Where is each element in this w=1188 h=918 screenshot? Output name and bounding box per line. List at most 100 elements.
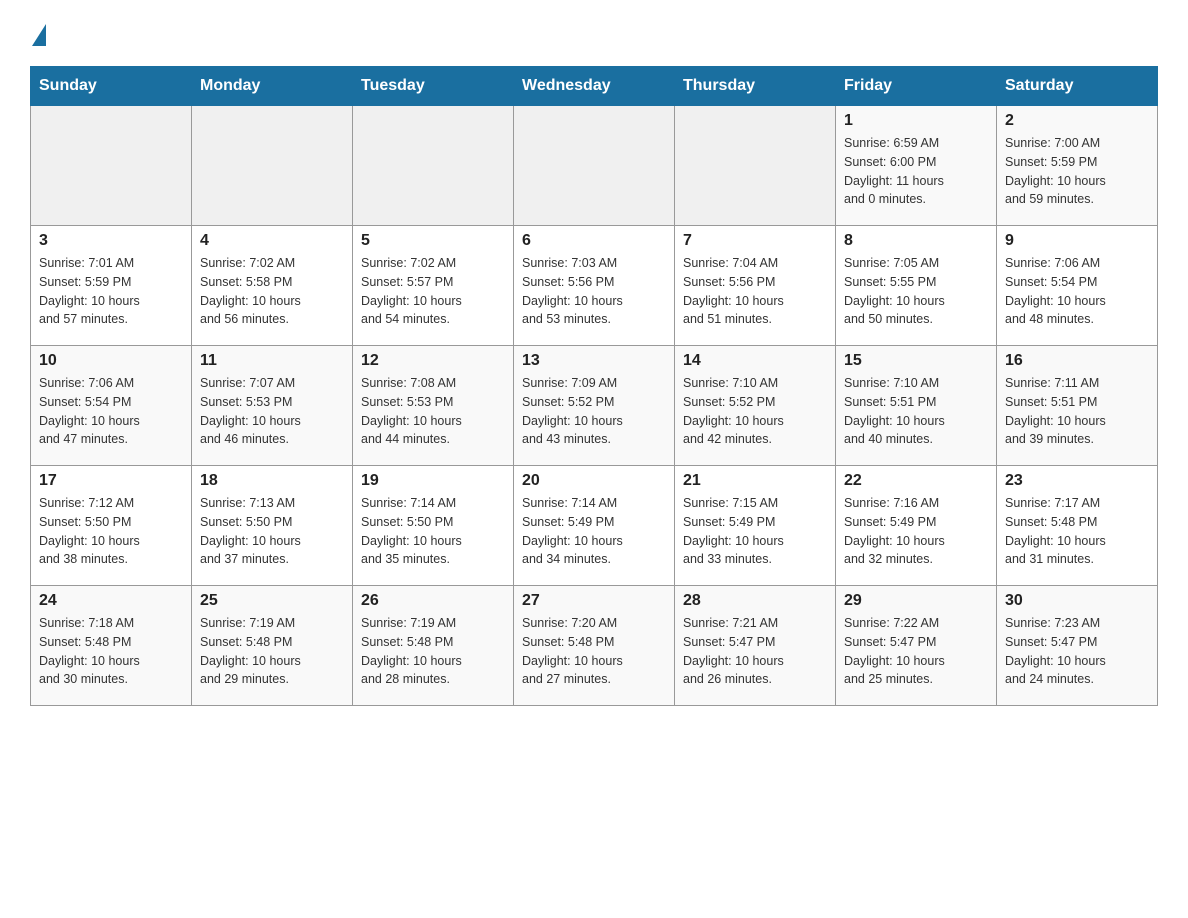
day-number: 27 xyxy=(522,592,666,610)
day-info: Sunrise: 7:16 AM Sunset: 5:49 PM Dayligh… xyxy=(844,494,988,569)
day-info: Sunrise: 7:20 AM Sunset: 5:48 PM Dayligh… xyxy=(522,614,666,689)
calendar-cell: 1 Sunrise: 6:59 AM Sunset: 6:00 PM Daylig… xyxy=(836,106,997,226)
calendar-cell: 26Sunrise: 7:19 AM Sunset: 5:48 PM Dayli… xyxy=(353,586,514,706)
day-number: 5 xyxy=(361,232,505,250)
day-number: 17 xyxy=(39,472,183,490)
calendar-cell: 24 Sunrise: 7:18 AM Sunset: 5:48 PM Dayli… xyxy=(31,586,192,706)
day-number: 28 xyxy=(683,592,827,610)
day-info: Sunrise: 7:02 AM Sunset: 5:57 PM Dayligh… xyxy=(361,254,505,329)
day-info: Sunrise: 7:09 AM Sunset: 5:52 PM Dayligh… xyxy=(522,374,666,449)
calendar-cell: 19 Sunrise: 7:14 AM Sunset: 5:50 PM Dayli… xyxy=(353,466,514,586)
calendar-cell: 21Sunrise: 7:15 AM Sunset: 5:49 PM Dayli… xyxy=(675,466,836,586)
page-header xyxy=(30,20,1158,46)
day-info: Sunrise: 7:19 AM Sunset: 5:48 PM Dayligh… xyxy=(361,614,505,689)
weekday-header-tuesday: Tuesday xyxy=(353,67,514,106)
day-number: 4 xyxy=(200,232,344,250)
day-number: 16 xyxy=(1005,352,1149,370)
calendar-cell: 17 Sunrise: 7:12 AM Sunset: 5:50 PM Dayli… xyxy=(31,466,192,586)
day-number: 19 xyxy=(361,472,505,490)
day-number: 6 xyxy=(522,232,666,250)
calendar-table: SundayMondayTuesdayWednesdayThursdayFrid… xyxy=(30,66,1158,706)
week-row-1: 1 Sunrise: 6:59 AM Sunset: 6:00 PM Daylig… xyxy=(31,106,1158,226)
day-info: Sunrise: 7:06 AM Sunset: 5:54 PM Dayligh… xyxy=(39,374,183,449)
weekday-header-saturday: Saturday xyxy=(997,67,1158,106)
day-info: Sunrise: 7:12 AM Sunset: 5:50 PM Dayligh… xyxy=(39,494,183,569)
calendar-cell: 4 Sunrise: 7:02 AM Sunset: 5:58 PM Daylig… xyxy=(192,226,353,346)
day-number: 13 xyxy=(522,352,666,370)
day-number: 3 xyxy=(39,232,183,250)
week-row-4: 17 Sunrise: 7:12 AM Sunset: 5:50 PM Dayli… xyxy=(31,466,1158,586)
calendar-cell: 13 Sunrise: 7:09 AM Sunset: 5:52 PM Dayli… xyxy=(514,346,675,466)
calendar-cell: 8 Sunrise: 7:05 AM Sunset: 5:55 PM Daylig… xyxy=(836,226,997,346)
logo xyxy=(30,20,46,46)
week-row-3: 10 Sunrise: 7:06 AM Sunset: 5:54 PM Dayli… xyxy=(31,346,1158,466)
calendar-cell: 28Sunrise: 7:21 AM Sunset: 5:47 PM Dayli… xyxy=(675,586,836,706)
day-number: 23 xyxy=(1005,472,1149,490)
day-info: Sunrise: 7:14 AM Sunset: 5:50 PM Dayligh… xyxy=(361,494,505,569)
day-info: Sunrise: 7:23 AM Sunset: 5:47 PM Dayligh… xyxy=(1005,614,1149,689)
day-info: Sunrise: 7:10 AM Sunset: 5:52 PM Dayligh… xyxy=(683,374,827,449)
day-info: Sunrise: 7:01 AM Sunset: 5:59 PM Dayligh… xyxy=(39,254,183,329)
day-number: 29 xyxy=(844,592,988,610)
calendar-cell: 9Sunrise: 7:06 AM Sunset: 5:54 PM Daylig… xyxy=(997,226,1158,346)
logo-triangle-icon xyxy=(32,24,46,46)
week-row-5: 24 Sunrise: 7:18 AM Sunset: 5:48 PM Dayli… xyxy=(31,586,1158,706)
calendar-cell: 3 Sunrise: 7:01 AM Sunset: 5:59 PM Daylig… xyxy=(31,226,192,346)
day-info: Sunrise: 7:07 AM Sunset: 5:53 PM Dayligh… xyxy=(200,374,344,449)
day-number: 12 xyxy=(361,352,505,370)
calendar-cell xyxy=(192,106,353,226)
calendar-cell: 11 Sunrise: 7:07 AM Sunset: 5:53 PM Dayli… xyxy=(192,346,353,466)
day-number: 22 xyxy=(844,472,988,490)
day-number: 11 xyxy=(200,352,344,370)
day-info: Sunrise: 7:19 AM Sunset: 5:48 PM Dayligh… xyxy=(200,614,344,689)
calendar-cell: 7Sunrise: 7:04 AM Sunset: 5:56 PM Daylig… xyxy=(675,226,836,346)
calendar-cell: 23 Sunrise: 7:17 AM Sunset: 5:48 PM Dayli… xyxy=(997,466,1158,586)
day-info: Sunrise: 7:18 AM Sunset: 5:48 PM Dayligh… xyxy=(39,614,183,689)
weekday-header-thursday: Thursday xyxy=(675,67,836,106)
calendar-cell: 16 Sunrise: 7:11 AM Sunset: 5:51 PM Dayli… xyxy=(997,346,1158,466)
day-info: Sunrise: 7:08 AM Sunset: 5:53 PM Dayligh… xyxy=(361,374,505,449)
calendar-cell: 30 Sunrise: 7:23 AM Sunset: 5:47 PM Dayli… xyxy=(997,586,1158,706)
calendar-cell xyxy=(353,106,514,226)
day-number: 9 xyxy=(1005,232,1149,250)
day-number: 10 xyxy=(39,352,183,370)
week-row-2: 3 Sunrise: 7:01 AM Sunset: 5:59 PM Daylig… xyxy=(31,226,1158,346)
day-info: Sunrise: 7:13 AM Sunset: 5:50 PM Dayligh… xyxy=(200,494,344,569)
day-info: Sunrise: 6:59 AM Sunset: 6:00 PM Dayligh… xyxy=(844,134,988,209)
calendar-cell: 5 Sunrise: 7:02 AM Sunset: 5:57 PM Daylig… xyxy=(353,226,514,346)
weekday-header-sunday: Sunday xyxy=(31,67,192,106)
day-number: 2 xyxy=(1005,112,1149,130)
calendar-cell: 20 Sunrise: 7:14 AM Sunset: 5:49 PM Dayli… xyxy=(514,466,675,586)
day-info: Sunrise: 7:04 AM Sunset: 5:56 PM Dayligh… xyxy=(683,254,827,329)
day-info: Sunrise: 7:10 AM Sunset: 5:51 PM Dayligh… xyxy=(844,374,988,449)
weekday-header-wednesday: Wednesday xyxy=(514,67,675,106)
weekday-header-row: SundayMondayTuesdayWednesdayThursdayFrid… xyxy=(31,67,1158,106)
calendar-cell: 2 Sunrise: 7:00 AM Sunset: 5:59 PM Daylig… xyxy=(997,106,1158,226)
weekday-header-monday: Monday xyxy=(192,67,353,106)
day-number: 25 xyxy=(200,592,344,610)
day-info: Sunrise: 7:03 AM Sunset: 5:56 PM Dayligh… xyxy=(522,254,666,329)
calendar-cell: 25 Sunrise: 7:19 AM Sunset: 5:48 PM Dayli… xyxy=(192,586,353,706)
day-info: Sunrise: 7:05 AM Sunset: 5:55 PM Dayligh… xyxy=(844,254,988,329)
day-info: Sunrise: 7:22 AM Sunset: 5:47 PM Dayligh… xyxy=(844,614,988,689)
day-number: 15 xyxy=(844,352,988,370)
day-info: Sunrise: 7:00 AM Sunset: 5:59 PM Dayligh… xyxy=(1005,134,1149,209)
day-info: Sunrise: 7:17 AM Sunset: 5:48 PM Dayligh… xyxy=(1005,494,1149,569)
calendar-cell: 15 Sunrise: 7:10 AM Sunset: 5:51 PM Dayli… xyxy=(836,346,997,466)
calendar-cell: 29 Sunrise: 7:22 AM Sunset: 5:47 PM Dayli… xyxy=(836,586,997,706)
calendar-cell: 18Sunrise: 7:13 AM Sunset: 5:50 PM Dayli… xyxy=(192,466,353,586)
calendar-cell: 10 Sunrise: 7:06 AM Sunset: 5:54 PM Dayli… xyxy=(31,346,192,466)
calendar-cell xyxy=(514,106,675,226)
day-info: Sunrise: 7:14 AM Sunset: 5:49 PM Dayligh… xyxy=(522,494,666,569)
day-number: 24 xyxy=(39,592,183,610)
calendar-cell: 27 Sunrise: 7:20 AM Sunset: 5:48 PM Dayli… xyxy=(514,586,675,706)
calendar-cell xyxy=(675,106,836,226)
calendar-cell: 12 Sunrise: 7:08 AM Sunset: 5:53 PM Dayli… xyxy=(353,346,514,466)
day-number: 20 xyxy=(522,472,666,490)
day-info: Sunrise: 7:11 AM Sunset: 5:51 PM Dayligh… xyxy=(1005,374,1149,449)
day-info: Sunrise: 7:02 AM Sunset: 5:58 PM Dayligh… xyxy=(200,254,344,329)
day-number: 1 xyxy=(844,112,988,130)
day-info: Sunrise: 7:15 AM Sunset: 5:49 PM Dayligh… xyxy=(683,494,827,569)
day-number: 30 xyxy=(1005,592,1149,610)
day-number: 8 xyxy=(844,232,988,250)
